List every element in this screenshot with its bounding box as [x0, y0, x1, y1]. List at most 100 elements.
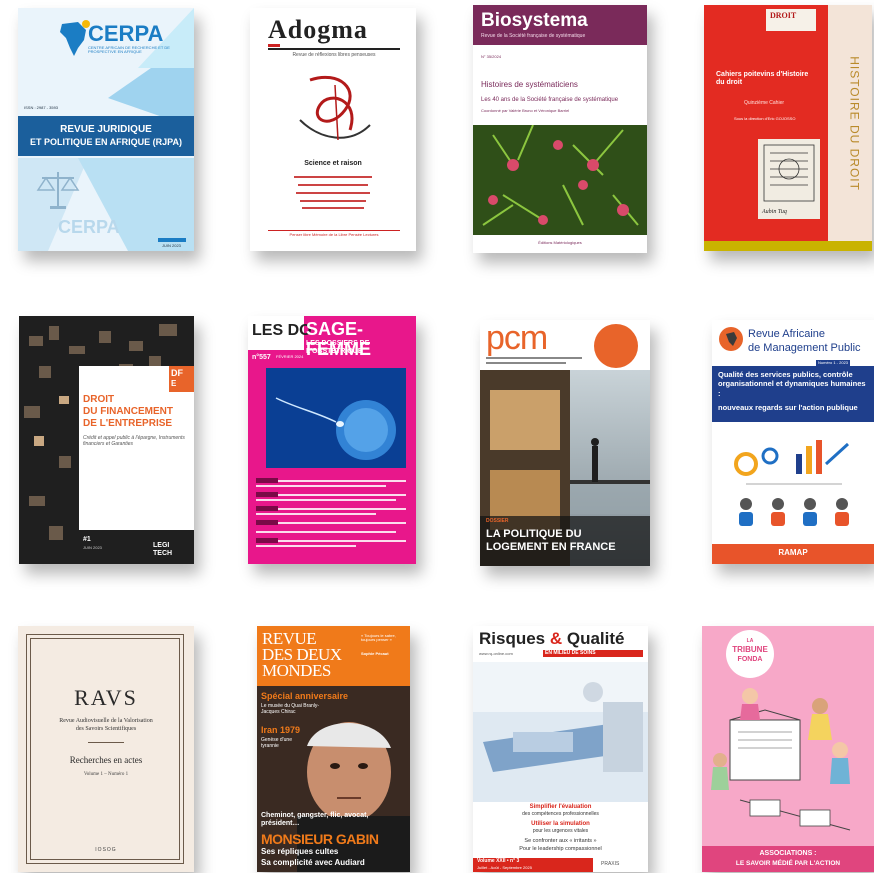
journal-cover-cerpa[interactable]: CERPA CENTRE AFRICAIN DE RECHERCHE ET DE… — [18, 8, 194, 251]
rq-site: www.rq-online.com — [479, 651, 513, 656]
ravs-publisher: IOSOG — [95, 847, 117, 853]
rdm-iran-sub: Genèse d'une tyrannie — [261, 737, 292, 749]
rq-line5: Se confronter aux « irritants » — [524, 838, 597, 844]
biosystema-title: Biosystema — [481, 10, 588, 31]
journal-cover-ramap[interactable]: Revue Africaine de Management Public Num… — [712, 320, 874, 564]
ravs-subtitle-line1: Revue Audiovisuelle de la Valorisation — [59, 718, 153, 724]
cerpa-watermark: CERPA — [58, 217, 120, 237]
ramap-headline: Qualité des services publics, contrôle o… — [718, 370, 866, 398]
sf-contents-list — [256, 478, 406, 547]
rq-title-part2: Qualité — [562, 629, 625, 648]
rq-title-part1: Risques — [479, 629, 550, 648]
rq-line6: Pour le leadership compassionnel — [519, 846, 602, 852]
rq-date: Juillet - Août - Septembre 2025 — [477, 865, 532, 870]
ravs-subtitle-line2: des Savoirs Scientifiques — [75, 726, 137, 732]
journal-cover-droit[interactable]: DROIT Cahiers poitevins d'Histoire du dr… — [704, 5, 872, 251]
adogma-title-accent — [268, 16, 280, 47]
dfe-title-line1: DROIT — [83, 394, 115, 405]
biosystema-headline: Histoires de systématiciens — [481, 80, 578, 89]
calligraphy-illustration — [299, 75, 371, 141]
rdm-teaser: Cheminot, gangster, flic, avocat, présid… — [261, 812, 369, 827]
pcm-title-line2: LOGEMENT EN FRANCE — [486, 541, 616, 553]
rq-line2: des compétences professionnelles — [522, 811, 599, 817]
adogma-contents-list — [294, 176, 372, 209]
droit-sticker: Aubin Tuq — [762, 209, 787, 215]
hospital-simulation-photo — [473, 662, 648, 802]
cerpa-logo-text: CERPA — [88, 21, 164, 46]
pcm-kicker: DOSSIER — [486, 518, 509, 524]
journal-cover-adogma[interactable]: Adogma Revue de réflexions libres penseu… — [250, 8, 416, 251]
biosystema-byline: Coordonné par Valérie Bruno et Véronique… — [481, 108, 570, 113]
fonda-footer-line2: LE SAVOIR MÉDIÉ PAR L'ACTION — [735, 860, 841, 867]
fonda-people-illustration — [711, 688, 851, 831]
journal-cover-revue-des-deux-mondes[interactable]: REVUE DES DEUX MONDES « Toujours le sabr… — [257, 626, 410, 872]
adogma-footer: Penser libre Mémoire de la Libre Pensée … — [289, 232, 379, 237]
cerpa-title-line2: ET POLITIQUE EN AFRIQUE (RJPA) — [29, 137, 182, 147]
plant-photo-illustration — [473, 125, 647, 235]
adogma-footer-rule — [268, 230, 400, 231]
ramap-footer: RAMAP — [778, 548, 808, 557]
biosystema-subtitle: Revue de la Société française de systéma… — [481, 33, 586, 39]
journal-cover-ravs[interactable]: RAVS Revue Audiovisuelle de la Valorisat… — [18, 626, 194, 872]
journal-cover-sage-femme[interactable]: LES DO SAGE-FEMME LES DOSSIERS DE L'OBST… — [248, 316, 416, 564]
cerpa-color-strip — [158, 238, 186, 242]
ramap-logo-icon — [719, 327, 743, 351]
ravs-divider — [88, 742, 124, 743]
droit-spine-title: HISTOIRE DU DROIT — [847, 56, 862, 191]
ravs-title: RAVS — [74, 685, 138, 710]
journal-cover-droit-financement[interactable]: DF E DROIT DU FINANCEMENT DE L'ENTREPRIS… — [19, 316, 194, 564]
rdm-name-big: MONSIEUR GABIN — [261, 831, 379, 847]
rq-tagline: EN MILIEU DE SOINS — [545, 650, 596, 656]
journal-cover-pcm[interactable]: pcm DOSSIER LA POLITIQUE DU LOGEMENT EN … — [480, 320, 650, 566]
management-gears-illustration — [734, 440, 850, 526]
rdm-tag-line2: Sa complicité avec Audiard — [261, 858, 365, 867]
rq-line1: Simplifier l'évaluation — [529, 804, 592, 810]
rq-line4: pour les urgences vitales — [532, 828, 589, 834]
cerpa-date: JUIN 2023 — [162, 243, 181, 248]
fonda-title-line3: FONDA — [737, 656, 763, 663]
rq-line3: Utiliser la simulation — [531, 821, 590, 827]
rdm-aside: « Toujours le sabre, toujours penser » — [361, 633, 396, 643]
journal-cover-risques-qualite[interactable]: Risques & Qualité EN MILIEU DE SOINS www… — [473, 626, 648, 872]
biosystema-issue: N° 35/2024 — [481, 54, 502, 59]
africa-map-icon — [60, 20, 90, 56]
dfe-badge-line2: E — [171, 379, 177, 388]
dfe-title-line3: DE L'ENTREPRISE — [83, 418, 173, 429]
ramap-headline-emphasis: nouveaux regards sur l'action publique — [718, 403, 858, 412]
biosystema-subhead: Les 40 ans de la Société française de sy… — [481, 97, 619, 103]
biosystema-photo — [473, 125, 647, 235]
pcm-logo: pcm — [486, 320, 548, 357]
journal-cover-tribune-fonda[interactable]: LA TRIBUNE FONDA ASSOCIATIONS : LE SAVOI… — [702, 626, 874, 872]
droit-bottom-strip — [704, 241, 872, 251]
droit-logo: DROIT — [770, 11, 797, 20]
dfe-subtitle: Crédit et appel public à l'épargne, Inst… — [83, 435, 185, 447]
droit-issue: Quinzième Cahier — [744, 100, 785, 106]
rdm-title-line3: MONDES — [262, 661, 331, 680]
droit-title: Cahiers poitevins d'Histoire du droit — [716, 71, 809, 86]
scales-of-justice-icon — [36, 172, 80, 209]
rq-title: Risques & Qualité — [479, 629, 625, 649]
dfe-title-line2: DU FINANCEMENT — [83, 406, 173, 417]
rq-volume: Volume XXII • n° 3 — [477, 858, 520, 864]
droit-engraving — [758, 139, 820, 219]
adogma-subtitle: Revue de réflexions libres penseuses — [292, 52, 376, 58]
rq-title-amp: & — [549, 629, 563, 648]
dfe-publisher-logo: LEGI TECH — [153, 542, 173, 557]
pcm-tagline — [486, 357, 582, 364]
engraving-illustration — [763, 144, 815, 202]
sf-date: FÉVRIER 2024 — [276, 354, 304, 359]
adogma-headline: Science et raison — [304, 160, 362, 167]
ravs-volume: Volume 1 – Numéro 1 — [83, 772, 129, 777]
journal-cover-biosystema[interactable]: Biosystema Revue de la Société française… — [473, 5, 647, 253]
fonda-footer-line1: ASSOCIATIONS : — [759, 850, 817, 857]
rdm-aside-author: Sophie Pécaut — [361, 651, 389, 656]
sf-photo — [266, 368, 406, 468]
cerpa-title-band — [18, 116, 194, 156]
cerpa-issn: ISSN : 2987 - 3593 — [24, 105, 59, 110]
dfe-issue: #1 — [83, 536, 91, 543]
pcm-orange-badge — [594, 324, 638, 368]
rq-photo — [473, 662, 648, 802]
rdm-tag-line1: Ses répliques cultes — [261, 847, 339, 856]
adogma-rule — [268, 48, 400, 50]
dfe-badge-line1: DF — [171, 368, 183, 378]
